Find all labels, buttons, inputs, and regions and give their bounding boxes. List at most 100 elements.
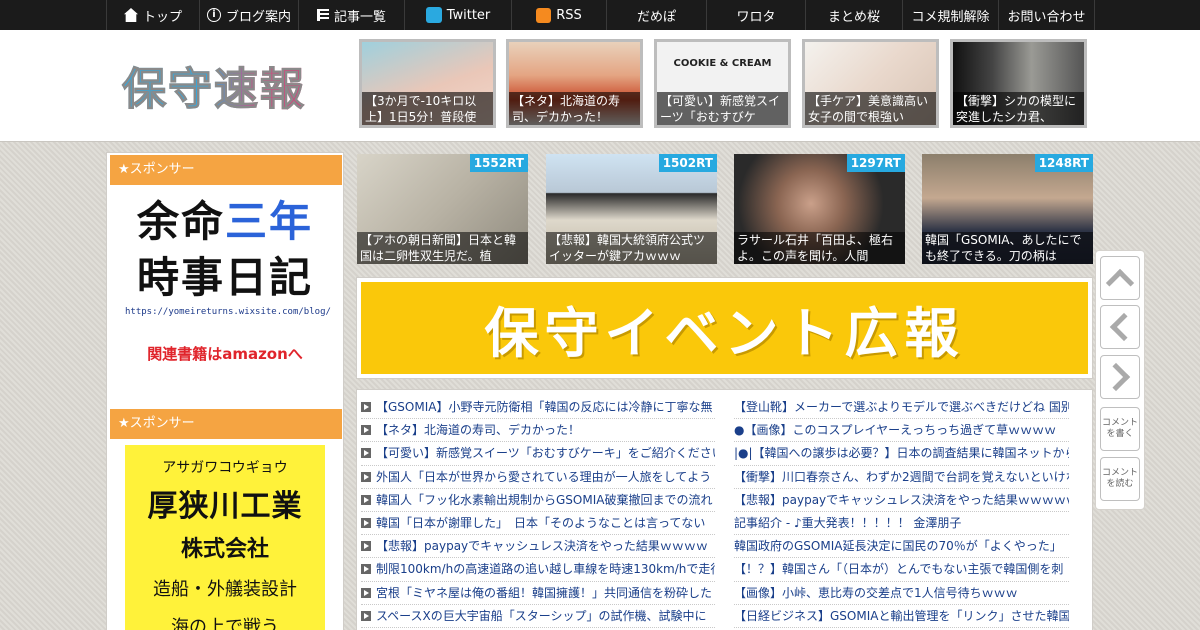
list-item[interactable]: 【悲報】paypayでキャッシュレス決済をやった結果ｗｗｗｗ	[361, 535, 715, 559]
bullet-icon	[361, 587, 371, 598]
list-icon	[316, 9, 329, 21]
rt-count-badge: 1502RT	[658, 154, 717, 172]
header-card-2[interactable]: 【ネタ】北海道の寿司、デカかった！	[506, 39, 643, 128]
sponsor-ad-asagawa[interactable]: アサガワコウギョウ 厚狭川工業 株式会社 造船・外艤装設計 海の上で戦う	[125, 445, 325, 630]
site-header: 保守速報 【3か月で-10キロ以上】1日5分！普段使 【ネタ】北海道の寿司、デカ…	[0, 30, 1200, 142]
list-item[interactable]: 宮根「ミヤネ屋は俺の番組！韓国擁護！」共同通信を粉砕した	[361, 582, 715, 605]
list-item[interactable]: |●|【韓国への譲歩は必要？】日本の調査結果に韓国ネットから	[734, 442, 1069, 466]
scroll-top-button[interactable]	[1100, 256, 1140, 300]
next-article-button[interactable]	[1100, 355, 1140, 399]
comment-read-button[interactable]: コメントを読む	[1100, 457, 1140, 501]
bullet-icon	[361, 610, 371, 621]
header-card-4[interactable]: 【手ケア】美意識高い女子の間で根強い	[802, 39, 939, 128]
rt-card-1[interactable]: 1552RT 【アホの朝日新聞】日本と韓国は二卵性双生児だ。植	[357, 154, 528, 264]
article-title: 【画像】小峠、恵比寿の交差点で1人信号待ちｗｗｗ	[734, 585, 1018, 600]
article-title: 【悲報】paypayでキャッシュレス決済をやった結果ｗｗｗｗｗ	[734, 492, 1069, 507]
nav-item-label: コメ規制解除	[911, 9, 990, 25]
event-banner[interactable]: 保守イベント広報	[356, 277, 1093, 379]
nav-item-article-list[interactable]: 記事一覧	[298, 0, 404, 30]
nav-item-label: RSS	[556, 7, 582, 23]
bullet-icon	[361, 517, 371, 528]
ad-line-1a: 余命	[136, 197, 225, 246]
rss-icon	[536, 7, 552, 23]
list-item[interactable]: スペースXの巨大宇宙船「スターシップ」の試作機、試験中に	[361, 605, 715, 628]
nav-item-contact[interactable]: お問い合わせ	[998, 0, 1095, 30]
article-list: 【GSOMIA】小野寺元防衛相「韓国の反応には冷静に丁寧な無 【ネタ】北海道の寿…	[356, 389, 1093, 630]
comment-write-button[interactable]: コメントを書く	[1100, 407, 1140, 451]
site-logo[interactable]: 保守速報	[122, 55, 322, 116]
bullet-icon	[361, 564, 371, 575]
comment-read-label: コメントを読む	[1101, 468, 1138, 489]
list-item[interactable]: 韓国政府のGSOMIA延長決定に国民の70％が「よくやった」	[734, 535, 1069, 559]
rt-card-caption: 【悲報】韓国大統領府公式ツイッターが鍵アカｗｗｗ	[546, 232, 717, 264]
ad-amazon-link[interactable]: 関連書籍はamazonへ	[125, 343, 325, 364]
rt-card-3[interactable]: 1297RT ラサール石井「百田よ、極右よ。この声を聞け。人間	[734, 154, 905, 264]
article-title: 記事紹介 - ♪重大発表！！！！！ 金澤朋子	[734, 515, 962, 530]
nav-item-comment-unblock[interactable]: コメ規制解除	[902, 0, 998, 30]
nav-item-rss[interactable]: RSS	[511, 0, 606, 30]
article-title: スペースXの巨大宇宙船「スターシップ」の試作機、試験中に	[376, 608, 707, 623]
nav-item-label: 記事一覧	[333, 9, 386, 25]
header-card-caption: 【3か月で-10キロ以上】1日5分！普段使	[362, 92, 493, 125]
rt-count-badge: 1248RT	[1034, 154, 1093, 172]
article-title: 【可愛い】新感覚スイーツ「おむすびケーキ」をご紹介ください	[376, 446, 715, 461]
info-icon: i	[206, 8, 221, 22]
nav-item-twitter[interactable]: Twitter	[404, 0, 511, 30]
list-item[interactable]: 【悲報】paypayでキャッシュレス決済をやった結果ｗｗｗｗｗ	[734, 489, 1069, 512]
list-item[interactable]: 【登山靴】メーカーで選ぶよりモデルで選ぶべきだけどね 国别	[734, 396, 1069, 420]
ad-company-name: 厚狭川工業	[147, 489, 303, 524]
list-item[interactable]: 【画像】小峠、恵比寿の交差点で1人信号待ちｗｗｗ	[734, 582, 1069, 605]
ad-line-2: 時事日記	[136, 253, 313, 302]
list-item[interactable]: 記事紹介 - ♪重大発表！！！！！ 金澤朋子	[734, 512, 1069, 536]
list-item[interactable]: 【衝撃】川口春奈さん、わずか2週間で台詞を覚えないといけな	[734, 466, 1069, 489]
article-title: ●【画像】このコスプレイヤーえっちっち過ぎて草ｗｗｗｗ	[734, 423, 1057, 438]
list-item[interactable]: 外国人「日本が世界から愛されている理由が一人旅をしてよう	[361, 466, 715, 489]
nav-item-warota[interactable]: ワロタ	[706, 0, 805, 30]
event-banner-text: 保守イベント広報	[484, 301, 965, 365]
article-title: 【登山靴】メーカーで選ぶよりモデルで選ぶべきだけどね 国别	[734, 400, 1069, 414]
chevron-right-icon	[1101, 362, 1131, 392]
home-icon	[123, 8, 138, 22]
nav-item-matome-sakura[interactable]: まとめ桜	[805, 0, 902, 30]
nav-item-label: まとめ桜	[827, 9, 880, 25]
header-card-5[interactable]: 【衝撃】シカの模型に突進したシカ君、	[950, 39, 1087, 128]
article-title: 韓国人「フッ化水素輸出規制からGSOMIA破棄撤回までの流れ	[376, 492, 713, 507]
header-card-1[interactable]: 【3か月で-10キロ以上】1日5分！普段使	[359, 39, 496, 128]
list-item[interactable]: 【ネタ】北海道の寿司、デカかった！	[361, 419, 715, 443]
bullet-icon	[361, 494, 371, 505]
list-item[interactable]: 韓国人「フッ化水素輸出規制からGSOMIA破棄撤回までの流れ	[361, 489, 715, 512]
list-item[interactable]: 韓国「日本が謝罪した」 日本「そのようなことは言ってない	[361, 512, 715, 536]
nav-item-top[interactable]: トップ	[106, 0, 199, 30]
rt-card-caption: 韓国「GSOMIA、あしたにでも終了できる。刀の柄は	[922, 232, 1093, 264]
list-item[interactable]: 制限100km/hの高速道路の追い越し車線を時速130km/hで走行し	[361, 558, 715, 582]
list-item[interactable]: ●【画像】このコスプレイヤーえっちっち過ぎて草ｗｗｗｗ	[734, 419, 1069, 443]
bullet-icon	[361, 541, 371, 552]
rt-card-2[interactable]: 1502RT 【悲報】韓国大統領府公式ツイッターが鍵アカｗｗｗ	[546, 154, 717, 264]
nav-item-damepo[interactable]: だめぽ	[606, 0, 706, 30]
bullet-icon	[361, 425, 371, 436]
rt-count-badge: 1552RT	[469, 154, 528, 172]
nav-item-label: トップ	[142, 9, 182, 25]
sponsor-heading: ★スポンサー	[110, 409, 342, 439]
header-card-3[interactable]: COOKIE & CREAM 【可愛い】新感覚スイーツ「おむすびケ	[654, 39, 791, 128]
rt-card-4[interactable]: 1248RT 韓国「GSOMIA、あしたにでも終了できる。刀の柄は	[922, 154, 1093, 264]
nav-item-label: だめぽ	[636, 9, 676, 25]
top-nav-bar: トップ i ブログ案内 記事一覧 Twitter RSS だめぽ ワロタ まとめ…	[0, 0, 1200, 30]
article-title: 韓国政府のGSOMIA延長決定に国民の70％が「よくやった」	[734, 539, 1062, 554]
nav-item-label: Twitter	[446, 7, 491, 23]
header-card-caption: 【ネタ】北海道の寿司、デカかった！	[509, 92, 640, 125]
article-title: |●|【韓国への譲歩は必要？】日本の調査結果に韓国ネットから	[734, 446, 1069, 461]
ad-url: https://yomeireturns.wixsite.com/blog/	[125, 307, 331, 317]
prev-article-button[interactable]	[1100, 305, 1140, 349]
ad-line-1b: 三年	[225, 197, 314, 246]
list-item[interactable]: 【！？】韓国さん「（日本が）とんでもない主張で韓国側を刺	[734, 558, 1069, 582]
list-item[interactable]: 【GSOMIA】小野寺元防衛相「韓国の反応には冷静に丁寧な無	[361, 396, 715, 420]
header-card-caption: 【衝撃】シカの模型に突進したシカ君、	[953, 92, 1084, 125]
nav-item-label: お問い合わせ	[1007, 9, 1086, 25]
sponsor-ad-yomei[interactable]: 余命三年 時事日記 https://yomeireturns.wixsite.c…	[125, 193, 331, 383]
article-title: 宮根「ミヤネ屋は俺の番組！韓国擁護！」共同通信を粉砕した	[376, 585, 713, 600]
bullet-icon	[361, 471, 371, 482]
list-item[interactable]: 【日経ビジネス】GSOMIAと輸出管理を「リンク」させた韓国	[734, 605, 1069, 628]
nav-item-blog-guide[interactable]: i ブログ案内	[199, 0, 298, 30]
list-item[interactable]: 【可愛い】新感覚スイーツ「おむすびケーキ」をご紹介ください	[361, 442, 715, 466]
